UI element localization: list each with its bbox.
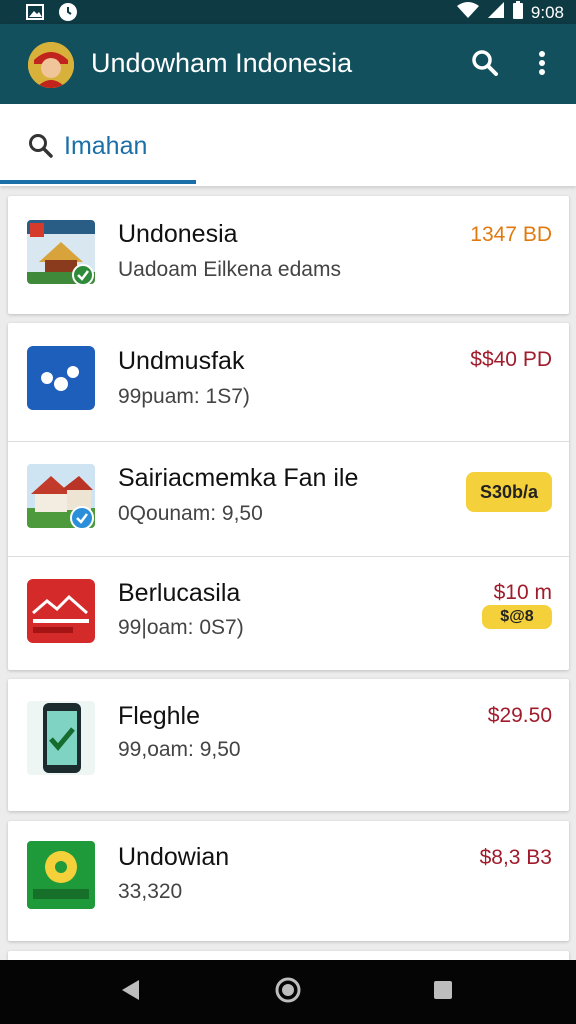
item-price: $8,3 B3 <box>479 846 552 869</box>
item-thumbnail <box>27 701 95 775</box>
item-price: $$40 PD <box>470 348 552 371</box>
list-item[interactable]: Berlucasila 99|oam: 0S7) $10 m $@8 <box>8 557 569 670</box>
search-button[interactable] <box>470 49 500 82</box>
item-price: $10 m <box>493 581 552 604</box>
list-card: Undonesia Uadoam Eilkena edams 1347 BD <box>8 196 569 314</box>
home-icon <box>274 976 302 1009</box>
battery-icon <box>512 1 523 24</box>
search-icon <box>471 49 499 82</box>
list-card: Fleghle 99,oam: 9,50 $29.50 <box>8 679 569 811</box>
item-thumbnail <box>27 579 95 643</box>
item-title: Sairiacmemka Fan ile <box>118 464 359 492</box>
verified-icon <box>70 506 94 535</box>
list-item[interactable]: Undmusfak 99puam: 1S7) $$40 PD <box>8 323 569 442</box>
status-time: 9:08 <box>530 2 564 22</box>
item-title: Berlucasila <box>118 579 241 607</box>
price-badge: $@8 <box>482 605 552 629</box>
list-item[interactable]: Undonesia Uadoam Eilkena edams 1347 BD <box>8 196 569 314</box>
item-title: Undonesia <box>118 220 238 248</box>
item-subtitle: 0Qounam: 9,50 <box>118 502 263 525</box>
item-price: $29.50 <box>487 704 552 727</box>
item-title: Fleghle <box>118 702 200 730</box>
item-title: Undowian <box>118 843 230 871</box>
list-card: Undmusfak 99puam: 1S7) $$40 PD Sairiacme… <box>8 323 569 670</box>
recents-button[interactable] <box>427 976 459 1008</box>
home-button[interactable] <box>272 976 304 1008</box>
item-title: Undmusfak <box>118 347 245 375</box>
more-vert-icon <box>538 50 546 81</box>
app-bar: Undowham Indonesia <box>0 24 576 104</box>
list-item[interactable]: Undowian 33,320 $8,3 B3 <box>8 821 569 941</box>
gallery-icon <box>26 4 44 25</box>
wifi-icon <box>456 1 479 24</box>
item-subtitle: Uadoam Eilkena edams <box>118 258 341 281</box>
item-subtitle: 99|oam: 0S7) <box>118 616 244 639</box>
item-subtitle: 99puam: 1S7) <box>118 385 250 408</box>
list-item[interactable]: Sairiacmemka Fan ile 0Qounam: 9,50 S30b/… <box>8 442 569 557</box>
item-price: 1347 BD <box>470 223 552 246</box>
status-bar: 9:08 <box>0 0 576 24</box>
list-item[interactable]: Fleghle 99,oam: 9,50 $29.50 <box>8 679 569 811</box>
avatar[interactable] <box>28 42 74 88</box>
recents-icon <box>432 979 454 1006</box>
search-icon <box>28 133 54 164</box>
price-badge: S30b/a <box>466 472 552 512</box>
back-icon <box>119 978 141 1007</box>
app-title: Undowham Indonesia <box>91 48 353 78</box>
item-subtitle: 33,320 <box>118 880 183 903</box>
list-card: Undowian 33,320 $8,3 B3 <box>8 821 569 941</box>
signal-icon <box>487 1 505 24</box>
back-button[interactable] <box>114 976 146 1008</box>
item-thumbnail <box>27 841 95 909</box>
search-tab[interactable]: Imahan <box>0 104 196 186</box>
item-thumbnail <box>27 346 95 410</box>
search-tab-label: Imahan <box>64 132 148 160</box>
item-subtitle: 99,oam: 9,50 <box>118 738 241 761</box>
tab-strip: Imahan <box>0 104 576 186</box>
verified-icon <box>72 264 94 291</box>
navigation-bar <box>0 960 576 1024</box>
more-options-button[interactable] <box>527 50 557 80</box>
tab-indicator <box>0 180 196 184</box>
